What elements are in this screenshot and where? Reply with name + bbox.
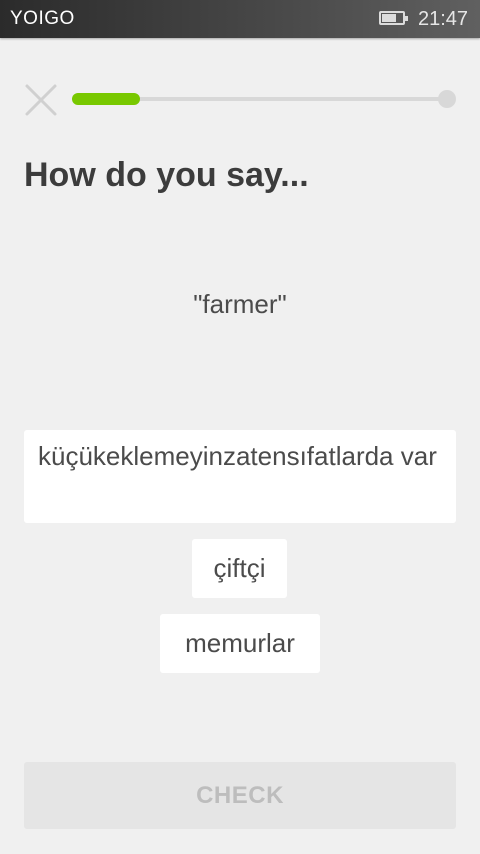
battery-level: [382, 14, 396, 22]
answer-option-1[interactable]: küçükeklemeyinzatensıfatlarda var: [24, 430, 456, 523]
prompt-title: How do you say...: [24, 156, 309, 194]
battery-icon: [379, 11, 408, 25]
status-time: 21:47: [418, 8, 469, 30]
progress-end-dot: [438, 90, 456, 108]
lesson-progress-bar: [72, 93, 448, 105]
close-button[interactable]: [24, 83, 58, 117]
carrier-name: YOIGO: [10, 8, 75, 29]
check-button[interactable]: CHECK: [24, 762, 456, 829]
lesson-progress-fill: [72, 93, 140, 105]
answer-option-3[interactable]: memurlar: [160, 614, 320, 673]
close-icon: [25, 84, 57, 116]
answer-option-2[interactable]: çiftçi: [192, 539, 287, 598]
status-bar: YOIGO 21:47: [0, 0, 480, 38]
prompt-word: "farmer": [193, 289, 287, 319]
